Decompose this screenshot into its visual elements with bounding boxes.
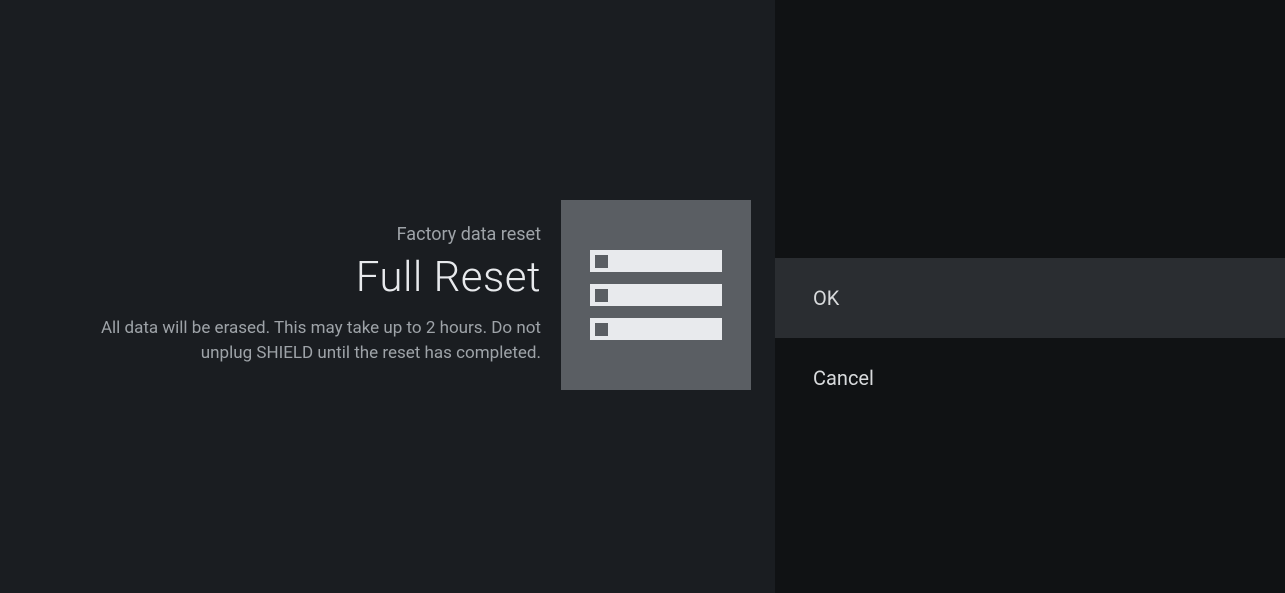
breadcrumb: Factory data reset	[81, 224, 541, 245]
info-panel: Factory data reset Full Reset All data w…	[0, 0, 775, 593]
reset-icon	[561, 200, 751, 390]
list-rows-icon	[590, 250, 722, 340]
options-panel: OK Cancel	[775, 0, 1285, 593]
page-title: Full Reset	[81, 253, 541, 302]
description-text: All data will be erased. This may take u…	[81, 316, 541, 365]
ok-button[interactable]: OK	[775, 258, 1285, 338]
content-block: Factory data reset Full Reset All data w…	[0, 200, 775, 390]
cancel-button[interactable]: Cancel	[775, 338, 1285, 418]
text-block: Factory data reset Full Reset All data w…	[81, 200, 541, 365]
